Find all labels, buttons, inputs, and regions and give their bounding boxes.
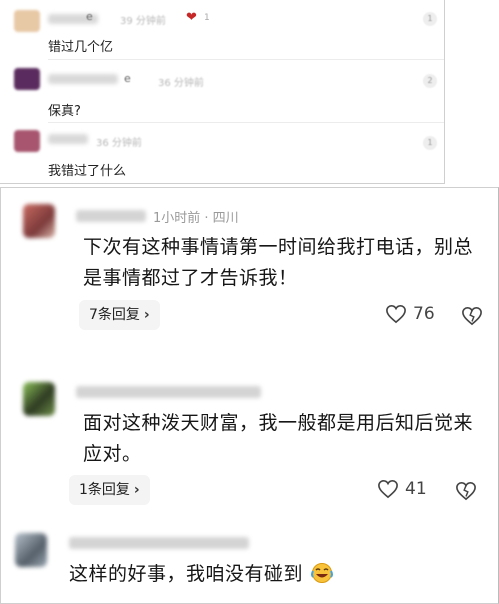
- replies-label: 1条回复: [79, 482, 130, 498]
- chevron-right-icon: ›: [143, 307, 150, 323]
- count-badge: 1: [423, 136, 437, 150]
- top-comment-2: e 36 分钟前 2 保真?: [0, 60, 444, 123]
- username-tail: e: [86, 10, 93, 23]
- like-count: 41: [405, 479, 427, 499]
- comment-text: 我错过了什么: [48, 164, 127, 179]
- username-blurred: [48, 74, 118, 84]
- timestamp: 39 分钟前: [120, 16, 166, 27]
- comment-text-row: 这样的好事，我咱没有碰到: [69, 559, 474, 590]
- count-badge: 2: [423, 74, 437, 88]
- timestamp: 36 分钟前: [96, 138, 142, 149]
- heart-outline-icon: [386, 304, 406, 324]
- chevron-right-icon: ›: [133, 482, 140, 498]
- count-badge: 1: [423, 12, 437, 26]
- like-count: 76: [413, 304, 435, 324]
- comment-2: 面对这种泼天财富，我一般都是用后知后觉来应对。 1条回复 › 41: [1, 368, 498, 518]
- username-blurred[interactable]: [76, 210, 146, 222]
- avatar[interactable]: [14, 68, 40, 90]
- heart-outline-icon: [378, 479, 398, 499]
- username-blurred[interactable]: [76, 386, 261, 398]
- comment-1: 1小时前 · 四川 下次有这种事情请第一时间给我打电话，别总是事情都过了才告诉我…: [1, 188, 498, 363]
- comment-text: 错过几个亿: [48, 40, 114, 55]
- top-comment-1: e 39 分钟前 ❤ 1 1 错过几个亿: [0, 0, 444, 60]
- avatar[interactable]: [23, 382, 55, 416]
- broken-heart-icon[interactable]: [455, 481, 477, 501]
- broken-heart-icon[interactable]: [461, 306, 483, 326]
- timestamp: 36 分钟前: [158, 78, 204, 89]
- avatar[interactable]: [14, 10, 40, 32]
- heart-filled-icon[interactable]: ❤: [186, 10, 197, 25]
- like-button[interactable]: 76: [385, 304, 435, 324]
- username-blurred[interactable]: [69, 537, 249, 549]
- avatar[interactable]: [23, 204, 55, 238]
- view-replies-button[interactable]: 1条回复 ›: [69, 475, 150, 505]
- top-comment-3: 36 分钟前 1 我错过了什么: [0, 124, 444, 183]
- crying-laughing-emoji-icon: [310, 563, 333, 583]
- avatar[interactable]: [15, 533, 47, 567]
- comments-panel: 1小时前 · 四川 下次有这种事情请第一时间给我打电话，别总是事情都过了才告诉我…: [0, 187, 499, 604]
- comment-3: 这样的好事，我咱没有碰到: [1, 523, 498, 603]
- comment-text: 保真?: [48, 104, 81, 119]
- username-blurred: [48, 134, 88, 144]
- like-button[interactable]: 41: [377, 479, 427, 499]
- comment-text: 这样的好事，我咱没有碰到: [69, 563, 304, 585]
- view-replies-button[interactable]: 7条回复 ›: [79, 300, 160, 330]
- divider: [48, 122, 444, 123]
- comment-text: 下次有这种事情请第一时间给我打电话，别总是事情都过了才告诉我！: [83, 236, 474, 289]
- avatar[interactable]: [14, 130, 40, 152]
- like-count: 1: [204, 13, 210, 23]
- replies-label: 7条回复: [89, 307, 140, 323]
- comment-meta: 1小时前 · 四川: [153, 211, 239, 226]
- comment-text: 面对这种泼天财富，我一般都是用后知后觉来应对。: [83, 412, 474, 465]
- top-screenshot-panel: e 39 分钟前 ❤ 1 1 错过几个亿 e 36 分钟前 2 保真? 36 分…: [0, 0, 445, 184]
- username-tail: e: [124, 72, 131, 85]
